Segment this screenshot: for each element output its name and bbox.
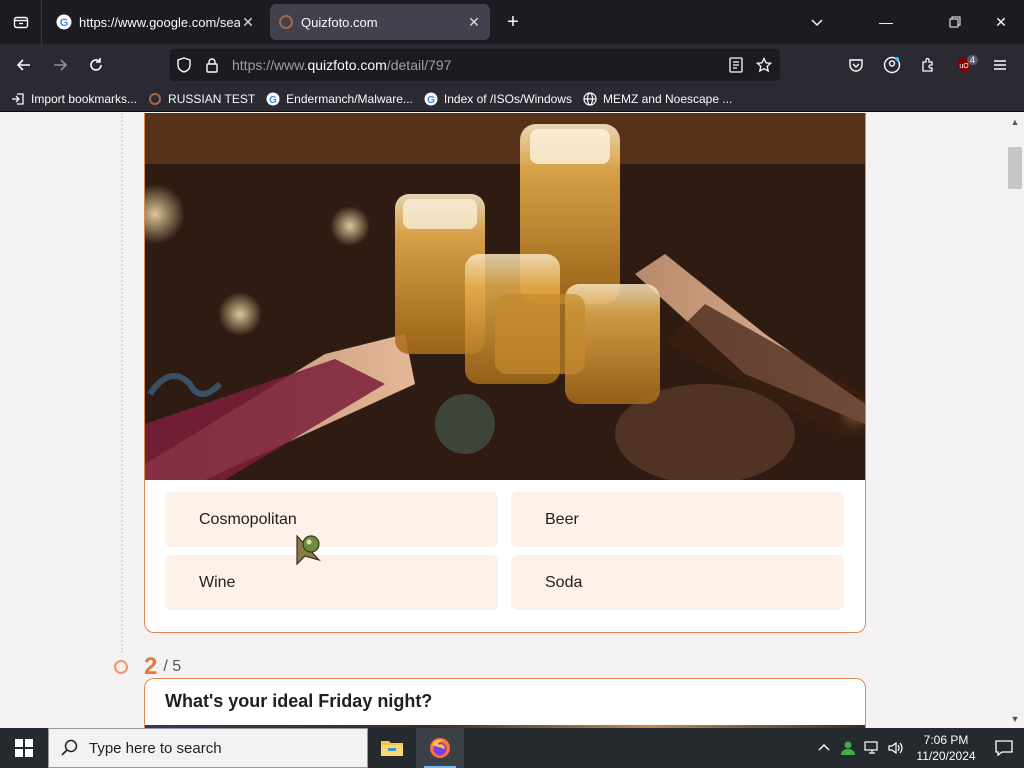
new-tab-button[interactable]: +: [498, 7, 528, 37]
tab-google-search[interactable]: G https://www.google.com/searc ✕: [48, 4, 264, 40]
restore-button[interactable]: [932, 0, 978, 44]
step-total: / 5: [163, 658, 182, 675]
navigation-toolbar: https://www.quizfoto.com/detail/797 uO 4: [0, 44, 1024, 86]
forward-arrow-icon: [54, 59, 68, 71]
url-text[interactable]: https://www.quizfoto.com/detail/797: [226, 57, 722, 73]
bookmark-label: MEMZ and Noescape ...: [602, 91, 733, 106]
reload-icon: [90, 58, 102, 71]
system-tray: 7:06 PM 11/20/2024: [812, 728, 1024, 768]
extensions-puzzle-icon[interactable]: [910, 49, 946, 81]
search-icon: [61, 739, 79, 757]
firefox-icon: [430, 738, 450, 758]
close-tab-icon[interactable]: ✕: [466, 14, 482, 31]
svg-text:G: G: [269, 95, 277, 106]
answer-option-soda[interactable]: Soda: [511, 555, 844, 610]
close-tab-icon[interactable]: ✕: [240, 14, 256, 31]
bookmark-index-isos[interactable]: G Index of /ISOs/Windows: [423, 91, 572, 107]
answer-option-beer[interactable]: Beer: [511, 492, 844, 547]
address-bar[interactable]: https://www.quizfoto.com/detail/797: [170, 49, 780, 81]
step-current: 2: [144, 653, 158, 680]
tab-list-icon: [13, 16, 28, 29]
svg-text:G: G: [427, 95, 435, 106]
network-icon[interactable]: [860, 728, 884, 768]
timeline-dot: [114, 660, 128, 674]
beer-toast-image: [145, 113, 865, 480]
google-icon: G: [423, 91, 439, 107]
site-icon: [147, 91, 163, 107]
close-window-button[interactable]: ✕: [978, 0, 1024, 44]
bookmark-label: Endermanch/Malware...: [286, 91, 413, 106]
tab-title: Quizfoto.com: [301, 14, 378, 30]
minimize-button[interactable]: —: [840, 0, 932, 44]
animated-cursor-icon: [295, 534, 323, 573]
account-icon[interactable]: [874, 49, 910, 81]
clock-time: 7:06 PM: [923, 733, 969, 747]
question-card-1: Cosmopolitan Beer Wine Soda: [144, 113, 866, 633]
tab-overflow-chevron-icon[interactable]: [794, 0, 840, 44]
bookmark-label: Index of /ISOs/Windows: [443, 91, 572, 106]
bookmark-russian-test[interactable]: RUSSIAN TEST: [147, 91, 255, 107]
tab-quizfoto[interactable]: Quizfoto.com ✕: [270, 4, 490, 40]
answer-option-cosmopolitan[interactable]: Cosmopolitan: [165, 492, 498, 547]
extension-badge: 4: [966, 55, 978, 65]
reader-view-icon[interactable]: [722, 49, 750, 81]
back-arrow-icon: [16, 59, 30, 71]
list-all-tabs-button[interactable]: [0, 0, 42, 44]
taskbar-search-box[interactable]: Type here to search: [48, 728, 368, 768]
taskbar-clock[interactable]: 7:06 PM 11/20/2024: [908, 732, 984, 764]
import-icon: [10, 91, 26, 107]
clock-date: 11/20/2024: [916, 749, 976, 763]
search-placeholder: Type here to search: [89, 739, 222, 757]
menu-hamburger-icon[interactable]: [982, 49, 1018, 81]
lock-icon[interactable]: [198, 49, 226, 81]
windows-taskbar: Type here to search 7:06 PM 11/20/2024: [0, 728, 1024, 768]
question-card-2: What's your ideal Friday night?: [144, 678, 866, 728]
bookmark-import[interactable]: Import bookmarks...: [10, 91, 137, 107]
globe-icon: [582, 91, 598, 107]
scroll-up-arrow-icon[interactable]: ▲: [1006, 115, 1024, 129]
windows-logo-icon: [15, 739, 33, 757]
bookmark-label: Import bookmarks...: [31, 91, 138, 106]
folder-icon: [381, 741, 403, 756]
progress-timeline: [121, 113, 123, 653]
back-button[interactable]: [6, 49, 42, 81]
pocket-icon[interactable]: [838, 49, 874, 81]
start-button[interactable]: [0, 728, 48, 768]
google-icon: G: [265, 91, 281, 107]
svg-text:uO: uO: [959, 63, 969, 70]
question-photo-beer-mugs: [145, 113, 865, 480]
forward-button[interactable]: [42, 49, 78, 81]
svg-text:G: G: [60, 17, 69, 29]
question-title: What's your ideal Friday night?: [165, 691, 433, 711]
scroll-down-arrow-icon[interactable]: ▼: [1006, 712, 1024, 726]
question-step-indicator: 2 / 5: [114, 653, 181, 681]
tab-title: https://www.google.com/searc: [79, 14, 240, 30]
file-explorer-button[interactable]: [368, 728, 416, 768]
reload-button[interactable]: [78, 49, 114, 81]
scrollbar-thumb[interactable]: [1008, 147, 1022, 189]
page-scrollbar[interactable]: ▲ ▼: [1006, 113, 1024, 728]
bookmark-star-icon[interactable]: [750, 49, 778, 81]
firefox-taskbar-button[interactable]: [416, 728, 464, 768]
volume-icon[interactable]: [884, 728, 908, 768]
answer-option-wine[interactable]: Wine: [165, 555, 498, 610]
bookmark-memz[interactable]: MEMZ and Noescape ...: [582, 91, 732, 107]
notification-center-icon[interactable]: [984, 728, 1024, 768]
google-icon: G: [56, 14, 72, 30]
bookmark-label: RUSSIAN TEST: [168, 91, 256, 106]
tab-bar: G https://www.google.com/searc ✕ Quizfot…: [0, 0, 1024, 44]
show-hidden-icons-chevron-icon[interactable]: [812, 728, 836, 768]
bookmarks-toolbar: Import bookmarks... RUSSIAN TEST G Ender…: [0, 86, 1024, 112]
tracking-protection-shield-icon[interactable]: [170, 49, 198, 81]
page-content: Cosmopolitan Beer Wine Soda 2 / 5 What's…: [0, 113, 1024, 728]
ublock-extension-icon[interactable]: uO 4: [946, 49, 982, 81]
user-people-icon[interactable]: [836, 728, 860, 768]
bookmark-endermanch[interactable]: G Endermanch/Malware...: [265, 91, 413, 107]
quizfoto-icon: [278, 14, 294, 30]
